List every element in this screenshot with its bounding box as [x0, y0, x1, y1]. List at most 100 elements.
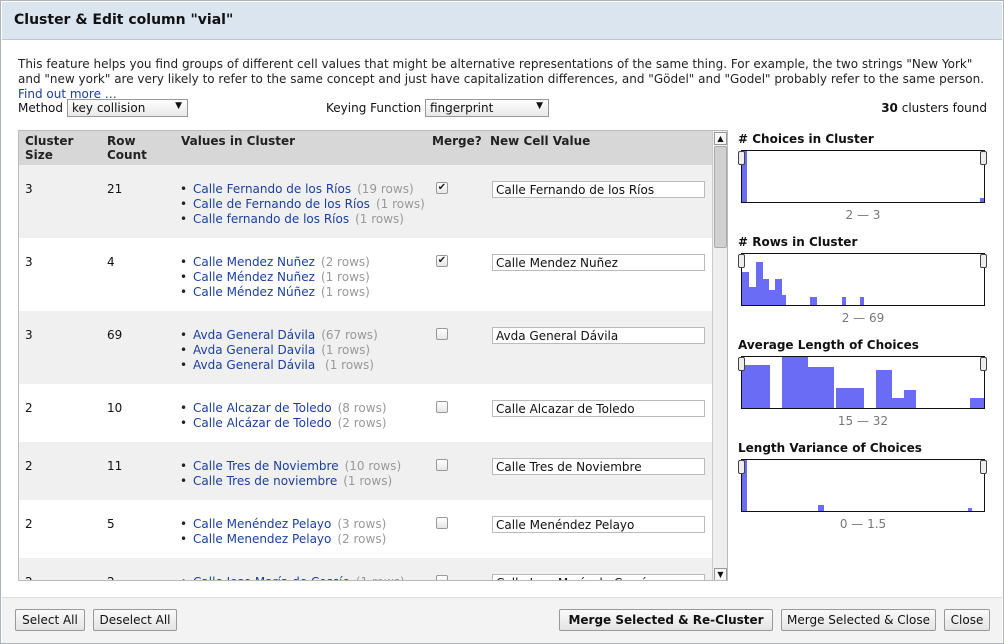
- histogram-bar: [782, 295, 786, 305]
- new-cell-value-input[interactable]: [492, 400, 705, 417]
- cluster-values-list: • Calle Menéndez Pelayo (3 rows) • Calle Men…: [180, 517, 386, 547]
- new-cell-value-input[interactable]: [492, 574, 705, 580]
- cluster-value-link[interactable]: Calle Méndez Nuñez: [193, 270, 315, 284]
- select-all-button[interactable]: Select All: [15, 609, 85, 631]
- bullet-icon: •: [180, 459, 188, 473]
- cluster-value-link[interactable]: Calle Méndez Núñez: [193, 285, 315, 299]
- header-new-cell-value: New Cell Value: [490, 134, 591, 148]
- merge-checkbox[interactable]: [436, 459, 448, 471]
- facet-histogram[interactable]: [741, 459, 985, 512]
- cluster-value-link[interactable]: Calle Tres de Noviembre: [193, 459, 339, 473]
- table-row: 3 69 • Avda General Dávila (67 rows) • Avda Ge…: [19, 311, 712, 384]
- list-item: • Calle Méndez Nuñez (1 rows): [180, 270, 370, 285]
- new-cell-value-input[interactable]: [492, 181, 705, 198]
- method-select[interactable]: key collision ▼: [67, 99, 188, 117]
- row-count: 21: [107, 182, 123, 196]
- merge-recluster-button[interactable]: Merge Selected & Re-Cluster: [559, 609, 773, 631]
- merge-checkbox[interactable]: [436, 328, 448, 340]
- value-row-count: (2 rows): [337, 532, 387, 546]
- cluster-value-link[interactable]: Calle Alcazar de Toledo: [193, 401, 332, 415]
- cluster-value-link[interactable]: Avda General Davila: [193, 343, 315, 357]
- histogram-bar: [808, 367, 834, 408]
- histogram-bar: [980, 198, 984, 202]
- facet-range: 15 — 32: [837, 414, 889, 428]
- value-row-count: (1 rows): [320, 285, 370, 299]
- histogram-bar: [742, 272, 749, 305]
- range-handle-left[interactable]: [738, 254, 745, 268]
- list-item: • Calle Menendez Pelayo (2 rows): [180, 532, 386, 547]
- table-row: 2 10 • Calle Alcazar de Toledo (8 rows) • Call…: [19, 384, 712, 442]
- cluster-value-link[interactable]: Calle Mendez Nuñez: [193, 255, 315, 269]
- scroll-down-icon[interactable]: ▼: [714, 568, 727, 580]
- cluster-size: 2: [25, 459, 33, 473]
- merge-close-button[interactable]: Merge Selected & Close: [781, 609, 936, 631]
- facet-histogram[interactable]: [741, 253, 985, 306]
- keying-function-value: fingerprint: [430, 101, 494, 115]
- close-button[interactable]: Close: [944, 609, 990, 631]
- cluster-value-link[interactable]: Calle Tres de noviembre: [193, 474, 337, 488]
- clusters-found: 30 clusters found: [881, 101, 987, 115]
- value-row-count: (1 rows): [321, 343, 371, 357]
- new-cell-value-input[interactable]: [492, 516, 705, 533]
- list-item: • Calle Tres de noviembre (1 rows): [180, 474, 401, 489]
- range-handle-left[interactable]: [738, 357, 745, 371]
- list-item: • Calle Fernando de los Ríos (19 rows): [180, 182, 425, 197]
- list-item: •Calle Jose María de Cossío (1 rows): [180, 575, 405, 580]
- bullet-icon: •: [180, 401, 188, 415]
- histogram-bar: [782, 357, 808, 408]
- list-item: • Calle de Fernando de los Ríos (1 rows): [180, 197, 425, 212]
- row-count: 69: [107, 328, 123, 342]
- histogram-bar: [904, 390, 916, 408]
- cluster-size: 3: [25, 328, 33, 342]
- range-handle-right[interactable]: [980, 254, 987, 268]
- cluster-value-link[interactable]: Avda General Dávila: [193, 328, 315, 342]
- cluster-value-link[interactable]: Calle Jose María de Cossío: [193, 575, 350, 580]
- bullet-icon: •: [180, 255, 188, 269]
- cluster-size: 3: [25, 255, 33, 269]
- header-cluster-size: Cluster Size: [25, 134, 74, 162]
- scroll-up-icon[interactable]: ▲: [714, 132, 727, 145]
- range-handle-left[interactable]: [738, 151, 745, 165]
- deselect-all-button[interactable]: Deselect All: [93, 609, 177, 631]
- range-handle-right[interactable]: [980, 357, 987, 371]
- merge-checkbox[interactable]: [436, 575, 448, 580]
- new-cell-value-input[interactable]: [492, 254, 705, 271]
- merge-checkbox[interactable]: [436, 517, 448, 529]
- range-handle-right[interactable]: [980, 151, 987, 165]
- keying-function-select[interactable]: fingerprint ▼: [425, 99, 549, 117]
- value-row-count: (2 rows): [320, 255, 370, 269]
- range-handle-right[interactable]: [980, 460, 987, 474]
- table-row: 2 2 •Calle Jose María de Cossío (1 rows): [19, 558, 712, 580]
- bullet-icon: •: [180, 474, 188, 488]
- scroll-thumb[interactable]: [714, 146, 727, 248]
- merge-checkbox[interactable]: ✔: [436, 182, 448, 194]
- value-row-count: (2 rows): [337, 416, 387, 430]
- cluster-value-link[interactable]: Calle Menendez Pelayo: [193, 532, 331, 546]
- range-handle-left[interactable]: [738, 460, 745, 474]
- cluster-value-link[interactable]: Calle fernando de los Ríos: [193, 212, 349, 226]
- facet-histogram[interactable]: [741, 356, 985, 409]
- value-row-count: (10 rows): [344, 459, 402, 473]
- cluster-value-link[interactable]: Calle Fernando de los Ríos: [193, 182, 351, 196]
- table-scrollbar[interactable]: ▲ ▼: [712, 131, 727, 580]
- merge-checkbox[interactable]: ✔: [436, 255, 448, 267]
- histogram-bar: [860, 297, 864, 305]
- cluster-value-link[interactable]: Calle de Fernando de los Ríos: [193, 197, 370, 211]
- new-cell-value-input[interactable]: [492, 327, 705, 344]
- cluster-value-link[interactable]: Calle Alcázar de Toledo: [193, 416, 332, 430]
- cluster-value-link[interactable]: Calle Menéndez Pelayo: [193, 517, 331, 531]
- cluster-value-link[interactable]: Avda General Dávila: [193, 358, 319, 372]
- facet: Length Variance of Choices 0 — 1.5: [738, 441, 988, 541]
- cluster-values-list: • Avda General Dávila (67 rows) • Avda Gener…: [180, 328, 378, 373]
- value-row-count: (3 rows): [337, 517, 387, 531]
- facet: # Rows in Cluster 2 — 69: [738, 235, 988, 335]
- list-item: • Calle Alcazar de Toledo (8 rows): [180, 401, 387, 416]
- value-row-count: (67 rows): [321, 328, 378, 342]
- new-cell-value-input[interactable]: [492, 458, 705, 475]
- facet-histogram[interactable]: [741, 150, 985, 203]
- merge-checkbox[interactable]: [436, 401, 448, 413]
- facet: # Choices in Cluster 2 — 3: [738, 132, 988, 232]
- table-header: Cluster Size Row Count Values in Cluster…: [19, 131, 712, 165]
- histogram-bar: [756, 262, 763, 305]
- dialog-titlebar[interactable]: Cluster & Edit column "vial": [2, 2, 1002, 40]
